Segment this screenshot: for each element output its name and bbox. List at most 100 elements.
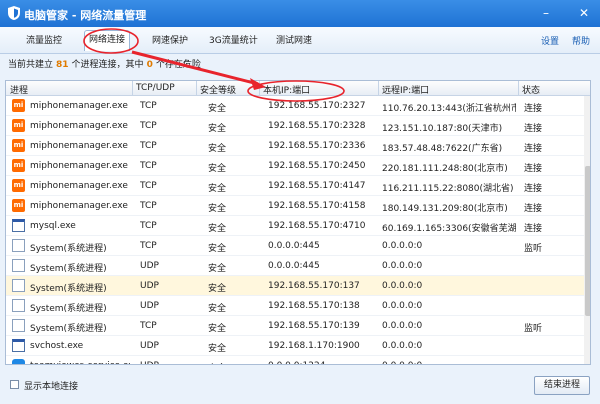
column-header-remote-address[interactable]: 远程IP:端口 (382, 83, 429, 96)
cell-remote-address: 183.57.48.48:7622(广东省) (382, 144, 503, 154)
table-row[interactable]: System(系统进程) TCP 安全 192.168.55.170:139 0.0.0… (6, 316, 584, 336)
cell-status: 连接 (524, 204, 543, 214)
table-row[interactable]: mi miphonemanager.exe TCP 安全 192.168.55.170:… (6, 96, 584, 116)
tab-traffic-monitor[interactable]: 流量监控 (26, 33, 62, 46)
cell-security-level: 安全 (208, 204, 227, 214)
cell-protocol: TCP (140, 161, 157, 171)
cell-security-level: 安全 (208, 344, 227, 354)
table-row[interactable]: mysql.exe TCP 安全 192.168.55.170:4710 60.169.… (6, 216, 584, 236)
cell-remote-address: 220.181.111.248:80(北京市) (382, 164, 508, 174)
title-bar: 电脑管家 - 网络流量管理 – ✕ (0, 0, 600, 27)
footer: 显示本地连接 结束进程 (0, 370, 600, 404)
cell-remote-address: 60.169.1.165:3306(安徽省芜湖... (382, 224, 516, 234)
teamviewer-icon (12, 359, 25, 364)
cell-remote-address: 180.149.131.209:80(北京市) (382, 204, 508, 214)
table-row[interactable]: teamviewer_service.exe UDP 安全 0.0.0.0:1224 0… (6, 356, 584, 364)
cell-security-level: 安全 (208, 184, 227, 194)
cell-local-address: 192.168.55.170:2336 (268, 141, 366, 151)
vertical-scrollbar[interactable] (584, 96, 590, 364)
shield-logo-icon (8, 6, 20, 20)
cell-local-address: 192.168.55.170:2328 (268, 121, 366, 131)
window-app-icon (12, 219, 25, 232)
column-header-local-address[interactable]: 本机IP:端口 (263, 83, 310, 96)
column-header-process[interactable]: 进程 (10, 83, 28, 96)
table-row[interactable]: svchost.exe UDP 安全 192.168.1.170:1900 0.0.0.… (6, 336, 584, 356)
cell-remote-address: 0.0.0.0:0 (382, 301, 423, 311)
tab-speed-protection[interactable]: 网速保护 (152, 33, 188, 46)
table-row[interactable]: mi miphonemanager.exe TCP 安全 192.168.55.170:… (6, 116, 584, 136)
cell-local-address: 192.168.55.170:2450 (268, 161, 366, 171)
cell-security-level: 安全 (208, 224, 227, 234)
cell-security-level: 安全 (208, 304, 227, 314)
scrollbar-thumb[interactable] (585, 166, 590, 316)
cell-process: miphonemanager.exe (30, 161, 128, 171)
window-title: 电脑管家 - 网络流量管理 (24, 9, 147, 22)
cell-process: System(系统进程) (30, 304, 107, 314)
cell-protocol: TCP (140, 181, 157, 191)
xiaomi-app-icon: mi (12, 199, 25, 212)
table-row[interactable]: mi miphonemanager.exe TCP 安全 192.168.55.170:… (6, 156, 584, 176)
table-row[interactable]: mi miphonemanager.exe TCP 安全 192.168.55.170:… (6, 196, 584, 216)
xiaomi-app-icon: mi (12, 99, 25, 112)
column-header-security-level[interactable]: 安全等级 (200, 83, 236, 96)
connections-table: 进程 TCP/UDP 安全等级 本机IP:端口 远程IP:端口 状态 mi mip… (5, 80, 591, 365)
cell-local-address: 192.168.55.170:137 (268, 281, 360, 291)
cell-status: 监听 (524, 244, 543, 254)
help-link[interactable]: 帮助 (572, 34, 590, 47)
table-row[interactable]: System(系统进程) UDP 安全 0.0.0.0:445 0.0.0.0:0 (6, 256, 584, 276)
cell-protocol: UDP (140, 341, 159, 351)
document-icon (12, 239, 25, 252)
cell-remote-address: 0.0.0.0:0 (382, 241, 423, 251)
cell-protocol: UDP (140, 281, 159, 291)
cell-protocol: TCP (140, 321, 157, 331)
window-app-icon (12, 339, 25, 352)
connection-summary: 当前共建立 81 个进程连接，其中 0 个存在危险 (8, 57, 201, 70)
document-icon (12, 259, 25, 272)
show-local-label: 显示本地连接 (24, 382, 79, 392)
column-header-status[interactable]: 状态 (522, 83, 540, 96)
table-row[interactable]: System(系统进程) TCP 安全 0.0.0.0:445 0.0.0.0:0 监听 (6, 236, 584, 256)
cell-status: 连接 (524, 184, 543, 194)
xiaomi-app-icon: mi (12, 159, 25, 172)
cell-local-address: 192.168.55.170:2327 (268, 101, 366, 111)
cell-local-address: 0.0.0.0:445 (268, 241, 320, 251)
tab-network-connections[interactable]: 网络连接 (84, 30, 131, 51)
table-row[interactable]: System(系统进程) UDP 安全 192.168.55.170:138 0.0.0… (6, 296, 584, 316)
settings-link[interactable]: 设置 (541, 34, 559, 47)
cell-local-address: 192.168.55.170:139 (268, 321, 360, 331)
table-header: 进程 TCP/UDP 安全等级 本机IP:端口 远程IP:端口 状态 (6, 81, 590, 96)
cell-remote-address: 0.0.0.0:0 (382, 341, 423, 351)
summary-prefix: 当前共建立 (8, 60, 54, 70)
close-icon[interactable]: ✕ (574, 3, 594, 23)
tab-3g-traffic-stats[interactable]: 3G流量统计 (209, 33, 258, 46)
cell-process: miphonemanager.exe (30, 121, 128, 131)
end-process-button[interactable]: 结束进程 (534, 376, 590, 395)
show-local-checkbox[interactable] (10, 380, 19, 389)
table-row[interactable]: mi miphonemanager.exe TCP 安全 192.168.55.170:… (6, 136, 584, 156)
cell-process: miphonemanager.exe (30, 141, 128, 151)
cell-protocol: UDP (140, 361, 194, 364)
cell-status: 连接 (524, 104, 543, 114)
summary-middle: 个进程连接，其中 (71, 60, 144, 70)
cell-status: 连接 (524, 124, 543, 134)
column-header-protocol[interactable]: TCP/UDP (136, 83, 175, 93)
cell-security-level: 安全 (208, 284, 227, 294)
cell-remote-address: 0.0.0.0:0 (382, 361, 516, 364)
tab-speed-test[interactable]: 测试网速 (276, 33, 312, 46)
cell-remote-address: 0.0.0.0:0 (382, 281, 423, 291)
cell-status: 连接 (524, 144, 543, 154)
cell-remote-address: 116.211.115.22:8080(湖北省) (382, 184, 514, 194)
table-row[interactable]: mi miphonemanager.exe TCP 安全 192.168.55.170:… (6, 176, 584, 196)
cell-process: mysql.exe (30, 221, 76, 231)
cell-remote-address: 123.151.10.187:80(天津市) (382, 124, 503, 134)
cell-protocol: TCP (140, 241, 157, 251)
cell-local-address: 0.0.0.0:445 (268, 261, 320, 271)
minimize-icon[interactable]: – (536, 3, 556, 23)
cell-process: miphonemanager.exe (30, 101, 128, 111)
cell-security-level: 安全 (208, 244, 227, 254)
cell-process: teamviewer_service.exe (30, 361, 130, 364)
cell-security-level: 安全 (208, 144, 227, 154)
cell-protocol: TCP (140, 201, 157, 211)
cell-process: System(系统进程) (30, 264, 107, 274)
table-row[interactable]: System(系统进程) UDP 安全 192.168.55.170:137 0.0.0… (6, 276, 584, 296)
